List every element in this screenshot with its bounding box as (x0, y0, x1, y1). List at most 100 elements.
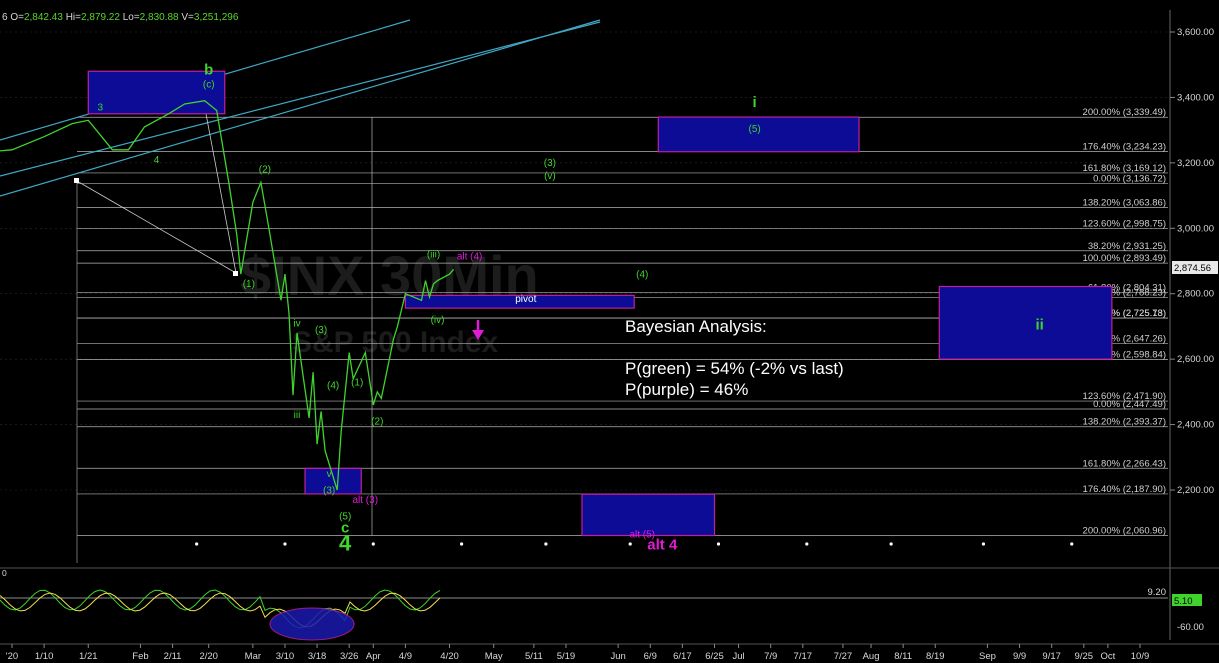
x-tick-label-6: Mar (245, 651, 261, 662)
green-wave-label-0: b (204, 62, 213, 79)
green-wave-label-4: (2) (259, 165, 271, 176)
bayes-purple: P(purple) = 46% (625, 380, 749, 399)
x-tick-label-4: 2/11 (164, 651, 182, 662)
green-wave-label-16: (2) (371, 417, 383, 428)
bayes-green: P(green) = 54% (-2% vs last) (625, 359, 844, 378)
high-value: 2,879.22 (80, 12, 120, 23)
volume-value: 3,251,296 (193, 12, 239, 23)
x-tick-label-7: 3/10 (276, 651, 295, 662)
indicator-label-current: 5.10 (1174, 596, 1193, 607)
low-value: 2,830.88 (139, 12, 179, 23)
chart-svg: $INX 30Min S&P 500 Index 200.00% (3,339.… (0, 0, 1219, 663)
green-wave-label-19: (3) (544, 158, 556, 169)
x-tick-label-0: '20 (6, 651, 18, 662)
header-prefix: 6 (2, 12, 8, 23)
x-tick-label-14: 5/11 (525, 651, 543, 662)
x-tick-label-22: 7/17 (794, 651, 813, 662)
pivot-marker-2 (233, 271, 238, 276)
projection-dot-4 (544, 542, 548, 546)
projection-dot-7 (805, 542, 809, 546)
green-wave-label-22: i (753, 94, 757, 111)
x-tick-label-2: 1/21 (79, 651, 98, 662)
green-wave-label-24: ii (1035, 317, 1043, 334)
projection-dot-5 (628, 542, 632, 546)
open-label: O= (10, 12, 24, 23)
green-wave-label-2: 3 (98, 103, 104, 114)
x-tick-label-3: Feb (132, 651, 148, 662)
projection-dot-2 (371, 542, 375, 546)
x-tick-label-27: Sep (979, 651, 996, 662)
x-tick-label-16: Jun (610, 651, 625, 662)
fib-label-6: 38.20% (2,931.25) (1088, 241, 1166, 252)
y-tick-label-5: 3,200.00 (1177, 158, 1214, 169)
volume-label: V= (181, 12, 194, 23)
pivot-marker-1 (74, 178, 79, 183)
fib-label-0: 200.00% (3,339.49) (1083, 107, 1166, 118)
fib-label-4: 138.20% (3,063.86) (1083, 197, 1166, 208)
last-price-label: 2,874.56 (1174, 263, 1211, 274)
purple-wave-label-0: alt (4) (457, 251, 483, 262)
green-wave-label-17: (iii) (427, 250, 440, 261)
fib-label-2: 161.80% (3,169.12) (1083, 163, 1166, 174)
green-wave-label-15: (1) (351, 377, 363, 388)
x-tick-label-32: 10/9 (1131, 651, 1150, 662)
fib-label-16: 138.20% (2,393.37) (1083, 417, 1166, 428)
bayesian-analysis-panel: Bayesian Analysis: P(green) = 54% (-2% v… (625, 316, 844, 400)
purple-wave-label-2: alt (3) (352, 495, 378, 506)
fib-label-3: 0.00% (3,136.72) (1093, 174, 1166, 185)
low-label: Lo= (122, 12, 140, 23)
y-tick-label-2: 2,600.00 (1177, 354, 1214, 365)
x-tick-label-1: 1/10 (35, 651, 54, 662)
y-tick-label-1: 2,400.00 (1177, 420, 1214, 431)
green-wave-label-11: (3) (323, 485, 335, 496)
x-tick-label-28: 9/9 (1013, 651, 1026, 662)
x-tick-label-29: 9/17 (1042, 651, 1061, 662)
fib-label-5: 123.60% (2,998.75) (1083, 219, 1166, 230)
green-wave-label-6: iv (293, 318, 300, 329)
projection-dot-10 (1070, 542, 1074, 546)
green-wave-label-3: 4 (154, 155, 160, 166)
purple-wave-label-1: pivot (515, 294, 536, 305)
fib-label-15: 0.00% (2,447.49) (1093, 399, 1166, 410)
indicator-left-label: 0 (2, 568, 7, 578)
x-tick-label-18: 6/17 (673, 651, 692, 662)
x-tick-label-23: 7/27 (834, 651, 853, 662)
x-tick-label-15: 5/19 (557, 651, 576, 662)
projection-dot-6 (716, 542, 721, 546)
x-tick-label-21: 7/9 (764, 651, 777, 662)
x-tick-label-11: 4/9 (399, 651, 412, 662)
projection-dot-1 (283, 542, 287, 546)
y-tick-label-4: 3,000.00 (1177, 223, 1214, 234)
indicator-label-high: 9.20 (1148, 587, 1167, 598)
green-wave-label-21: (4) (636, 269, 648, 280)
bayes-title: Bayesian Analysis: (625, 317, 767, 336)
x-tick-label-5: 2/20 (199, 651, 218, 662)
box-green-ii (938, 285, 1113, 360)
fib-label-19: 200.00% (2,060.96) (1083, 525, 1166, 536)
fib-label-1: 176.40% (3,234.23) (1083, 142, 1166, 153)
high-label: Hi= (65, 12, 81, 23)
y-tick-label-3: 2,800.00 (1177, 289, 1214, 300)
projection-dot-0 (195, 542, 199, 546)
projection-dot-3 (459, 542, 464, 546)
green-wave-label-10: v (327, 469, 332, 480)
y-tick-label-7: 3,600.00 (1177, 27, 1214, 38)
fib-label-7: 100.00% (2,893.49) (1083, 253, 1166, 264)
x-tick-label-8: 3/18 (308, 651, 327, 662)
x-tick-label-26: 8/19 (926, 651, 945, 662)
x-tick-label-25: 8/11 (894, 651, 912, 662)
x-tick-label-17: 6/9 (644, 651, 657, 662)
green-wave-label-14: 4 (339, 531, 352, 556)
bayes-spacer (625, 337, 844, 358)
fib-label-18: 176.40% (2,187.90) (1083, 484, 1166, 495)
x-tick-label-19: 6/25 (705, 651, 724, 662)
x-tick-label-24: Aug (863, 651, 880, 662)
x-tick-label-31: Oct (1100, 651, 1115, 662)
x-tick-label-12: 4/20 (440, 651, 459, 662)
green-wave-label-9: iii (294, 410, 301, 421)
fib-label-17: 161.80% (2,266.43) (1083, 458, 1166, 469)
x-tick-label-30: 9/25 (1075, 651, 1094, 662)
open-value: 2,842.43 (23, 12, 63, 23)
projection-dot-9 (981, 542, 986, 546)
projection-dot-8 (889, 542, 893, 546)
